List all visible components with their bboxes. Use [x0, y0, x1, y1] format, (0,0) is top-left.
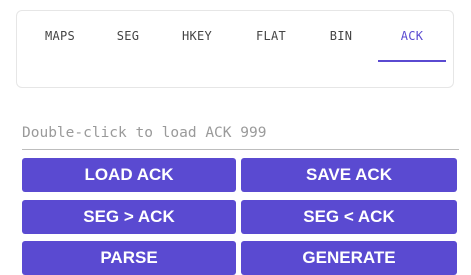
ack-to-seg-button[interactable]: SEG < ACK: [241, 200, 457, 234]
ack-input-field: [22, 118, 459, 150]
generate-button[interactable]: GENERATE: [241, 241, 457, 275]
parse-button[interactable]: PARSE: [22, 241, 236, 275]
tabs-card: MAPS SEG HKEY FLAT BIN ACK: [16, 10, 454, 88]
seg-to-ack-button[interactable]: SEG > ACK: [22, 200, 236, 234]
ack-input[interactable]: [22, 118, 459, 148]
save-ack-button[interactable]: SAVE ACK: [241, 158, 457, 192]
tab-seg[interactable]: SEG: [105, 11, 151, 62]
tab-flat[interactable]: FLAT: [245, 11, 297, 62]
load-ack-button[interactable]: LOAD ACK: [22, 158, 236, 192]
tab-bin[interactable]: BIN: [319, 11, 363, 62]
tab-hkey[interactable]: HKEY: [171, 11, 223, 62]
tab-maps[interactable]: MAPS: [35, 11, 85, 62]
tab-ack[interactable]: ACK: [378, 11, 446, 62]
